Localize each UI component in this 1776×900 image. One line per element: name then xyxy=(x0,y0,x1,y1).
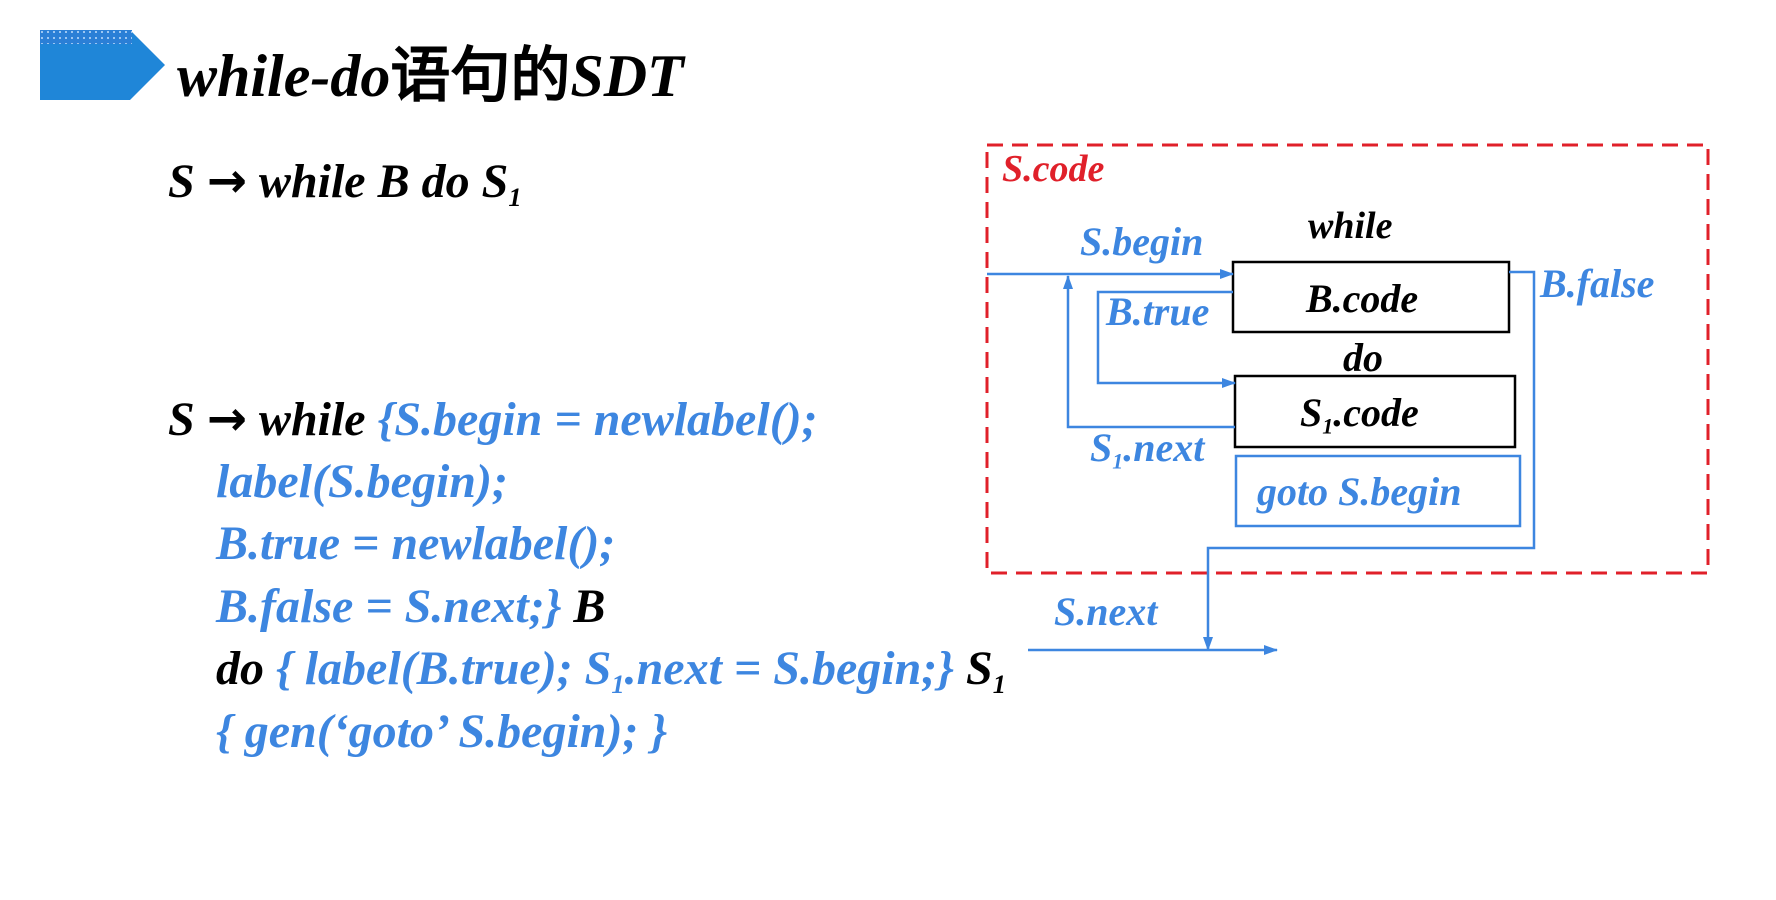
do-label: do xyxy=(1343,335,1383,380)
snext-label: S.next xyxy=(1054,589,1158,634)
s1next-label: S1.next xyxy=(1090,425,1205,474)
while-label: while xyxy=(1308,205,1393,247)
bfalse-label: B.false xyxy=(1540,261,1655,306)
sbegin-label: S.begin xyxy=(1080,219,1204,264)
scode-label: S.code xyxy=(1002,148,1105,190)
slide: while-do语句的SDT S → while B do S1 S → whi… xyxy=(0,0,1776,900)
control-flow-diagram xyxy=(985,143,1710,655)
btrue-label: B.true xyxy=(1106,289,1210,334)
s1code-label: S1.code xyxy=(1300,390,1419,439)
goto-label: goto S.begin xyxy=(1257,469,1462,514)
bcode-label: B.code xyxy=(1306,276,1419,321)
